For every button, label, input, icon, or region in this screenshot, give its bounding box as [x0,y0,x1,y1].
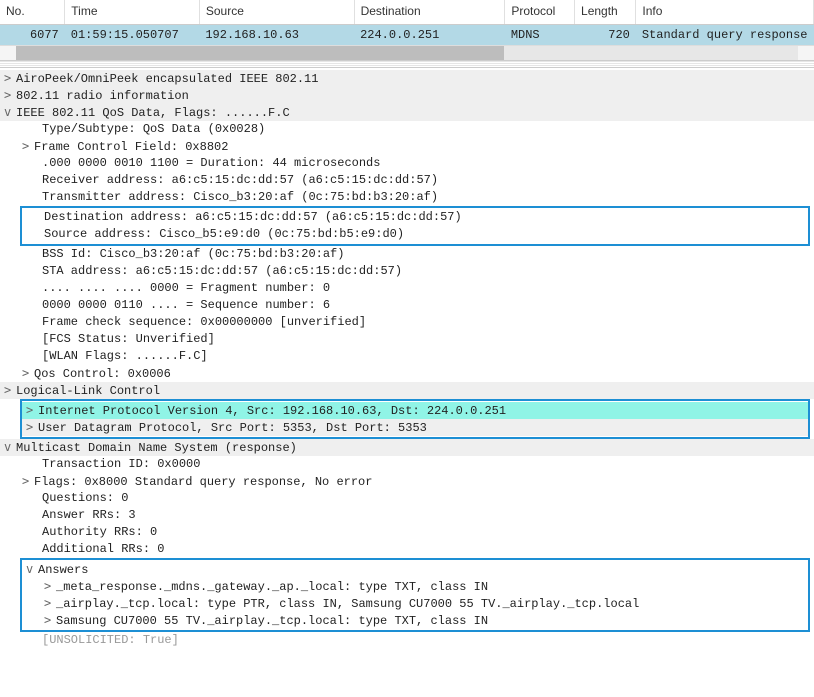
col-protocol[interactable]: Protocol [505,0,575,25]
packet-detail-tree[interactable]: >AiroPeek/OmniPeek encapsulated IEEE 802… [0,68,814,649]
field-frame-control[interactable]: >Frame Control Field: 0x8802 [0,138,814,155]
tree-mdns[interactable]: vMulticast Domain Name System (response) [0,439,814,456]
answer-record[interactable]: >_airplay._tcp.local: type PTR, class IN… [22,595,808,612]
col-info[interactable]: Info [636,0,814,25]
tree-label: Multicast Domain Name System (response) [16,441,297,455]
collapse-icon[interactable]: v [4,104,16,121]
field-transmitter-addr[interactable]: Transmitter address: Cisco_b3:20:af (0c:… [0,189,814,206]
field-authority-rrs[interactable]: Authority RRs: 0 [0,524,814,541]
expand-icon[interactable]: > [44,612,56,629]
field-answer-rrs[interactable]: Answer RRs: 3 [0,507,814,524]
answer-record[interactable]: >Samsung CU7000 55 TV._airplay._tcp.loca… [22,612,808,629]
packet-list-header[interactable]: No. Time Source Destination Protocol Len… [0,0,814,25]
scrollbar-thumb[interactable] [16,46,504,60]
expand-icon[interactable]: > [44,595,56,612]
expand-icon[interactable]: > [26,419,38,436]
field-fcs-status[interactable]: [FCS Status: Unverified] [0,331,814,348]
col-destination[interactable]: Destination [354,0,505,25]
expand-icon[interactable]: > [26,402,38,419]
field-bss-id[interactable]: BSS Id: Cisco_b3:20:af (0c:75:bd:b3:20:a… [0,246,814,263]
field-source-addr[interactable]: Source address: Cisco_b5:e9:d0 (0c:75:bd… [22,226,808,243]
highlight-box-ip-udp: >Internet Protocol Version 4, Src: 192.1… [20,399,810,439]
tree-label: Answers [38,563,88,577]
expand-icon[interactable]: > [4,87,16,104]
tree-label: Logical-Link Control [16,384,160,398]
highlight-box-answers: vAnswers >_meta_response._mdns._gateway.… [20,558,810,632]
cell-source: 192.168.10.63 [199,25,354,46]
tree-label: IEEE 802.11 QoS Data, Flags: ......F.C [16,106,290,120]
field-fragment[interactable]: .... .... .... 0000 = Fragment number: 0 [0,280,814,297]
cell-length: 720 [575,25,636,46]
field-questions[interactable]: Questions: 0 [0,490,814,507]
tree-answers[interactable]: vAnswers [22,561,808,578]
tree-udp[interactable]: >User Datagram Protocol, Src Port: 5353,… [22,419,808,436]
field-fcs[interactable]: Frame check sequence: 0x00000000 [unveri… [0,314,814,331]
tree-radio[interactable]: >802.11 radio information [0,87,814,104]
field-sta-addr[interactable]: STA address: a6:c5:15:dc:dd:57 (a6:c5:15… [0,263,814,280]
collapse-icon[interactable]: v [4,439,16,456]
collapse-icon[interactable]: v [26,561,38,578]
cell-no: 6077 [0,25,65,46]
tree-airopeek[interactable]: >AiroPeek/OmniPeek encapsulated IEEE 802… [0,70,814,87]
field-qos-control[interactable]: >Qos Control: 0x0006 [0,365,814,382]
expand-icon[interactable]: > [22,138,34,155]
horizontal-scrollbar[interactable] [0,45,814,60]
field-additional-rrs[interactable]: Additional RRs: 0 [0,541,814,558]
cell-protocol: MDNS [505,25,575,46]
highlight-box-addresses: Destination address: a6:c5:15:dc:dd:57 (… [20,206,810,246]
col-source[interactable]: Source [199,0,354,25]
tree-label: AiroPeek/OmniPeek encapsulated IEEE 802.… [16,72,318,86]
field-flags[interactable]: >Flags: 0x8000 Standard query response, … [0,473,814,490]
expand-icon[interactable]: > [22,473,34,490]
answer-record[interactable]: >_meta_response._mdns._gateway._ap._loca… [22,578,808,595]
tree-label: 802.11 radio information [16,89,189,103]
cell-destination: 224.0.0.251 [354,25,505,46]
field-wlan-flags[interactable]: [WLAN Flags: ......F.C] [0,348,814,365]
expand-icon[interactable]: > [4,70,16,87]
pane-separator[interactable] [0,60,814,68]
field-receiver-addr[interactable]: Receiver address: a6:c5:15:dc:dd:57 (a6:… [0,172,814,189]
field-duration[interactable]: .000 0000 0010 1100 = Duration: 44 micro… [0,155,814,172]
cell-info: Standard query response [636,25,814,46]
field-transaction-id[interactable]: Transaction ID: 0x0000 [0,456,814,473]
field-type-subtype[interactable]: Type/Subtype: QoS Data (0x0028) [0,121,814,138]
tree-llc[interactable]: >Logical-Link Control [0,382,814,399]
col-length[interactable]: Length [575,0,636,25]
expand-icon[interactable]: > [44,578,56,595]
field-sequence[interactable]: 0000 0000 0110 .... = Sequence number: 6 [0,297,814,314]
cell-time: 01:59:15.050707 [65,25,200,46]
field-destination-addr[interactable]: Destination address: a6:c5:15:dc:dd:57 (… [22,209,808,226]
col-time[interactable]: Time [65,0,200,25]
field-truncated[interactable]: [UNSOLICITED: True] [0,632,814,649]
expand-icon[interactable]: > [22,365,34,382]
col-no[interactable]: No. [0,0,65,25]
tree-ieee80211[interactable]: vIEEE 802.11 QoS Data, Flags: ......F.C [0,104,814,121]
tree-label: User Datagram Protocol, Src Port: 5353, … [38,421,427,435]
expand-icon[interactable]: > [4,382,16,399]
tree-label: Internet Protocol Version 4, Src: 192.16… [38,404,506,418]
packet-row-selected[interactable]: 6077 01:59:15.050707 192.168.10.63 224.0… [0,25,814,46]
tree-ipv4[interactable]: >Internet Protocol Version 4, Src: 192.1… [22,402,808,419]
packet-list-table[interactable]: No. Time Source Destination Protocol Len… [0,0,814,45]
